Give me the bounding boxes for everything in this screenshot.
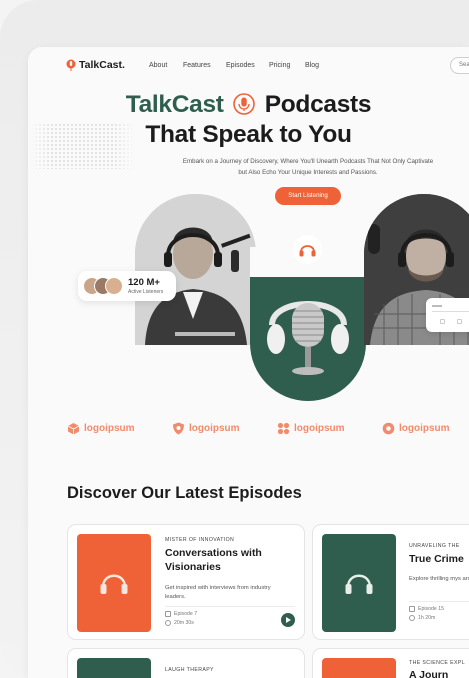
hero-subtitle: Embark on a Journey of Discovery, Where …	[182, 158, 434, 176]
start-listening-button[interactable]: Start Listening	[275, 187, 341, 205]
episode-number: Episode 7	[165, 611, 197, 617]
headphones-icon	[100, 574, 128, 594]
episode-thumbnail	[322, 534, 396, 632]
flower-logo-icon	[277, 422, 290, 435]
nav-link-pricing[interactable]: Pricing	[269, 62, 290, 69]
brand-name: TalkCast.	[79, 59, 125, 71]
hero-title-line1: TalkCast Podcasts	[28, 91, 469, 119]
headphones-icon	[299, 245, 316, 257]
play-button[interactable]	[281, 613, 295, 627]
prev-icon[interactable]	[440, 319, 445, 324]
nav-link-episodes[interactable]: Episodes	[226, 62, 255, 69]
player-mini-card	[426, 298, 469, 332]
hero-brand-word: TalkCast	[125, 91, 224, 118]
episode-duration-text: 1h 20m	[418, 615, 436, 621]
episode-category: Unraveling the	[409, 543, 460, 549]
partner-logo-1: logoipsum	[67, 422, 135, 435]
shield-logo-icon	[173, 422, 184, 435]
episode-number-text: Episode 7	[174, 611, 198, 617]
episode-category: Laugh Therapy	[165, 667, 214, 673]
clock-icon	[165, 620, 171, 626]
episode-title[interactable]: Conversations with Visionaries	[165, 546, 295, 574]
clock-icon	[409, 615, 415, 621]
partner-logo-2: logoipsum	[172, 422, 240, 435]
episode-thumbnail	[77, 658, 151, 678]
episode-card-3[interactable]: Laugh Therapy	[67, 648, 305, 678]
next-icon[interactable]	[457, 319, 462, 324]
top-nav: TalkCast. About Features Episodes Pricin…	[28, 47, 469, 85]
episode-duration: 1h 20m	[409, 615, 435, 621]
episode-card-2[interactable]: Unraveling the True Crime Explore thrill…	[312, 524, 469, 640]
active-listeners-badge: 120 M+ Active Listeners	[78, 271, 176, 301]
device-frame: TalkCast. About Features Episodes Pricin…	[0, 0, 469, 678]
headphones-badge	[293, 235, 322, 264]
mic-logo-icon	[66, 59, 76, 71]
episode-title[interactable]: A Journ	[409, 668, 448, 678]
episode-description: Get inspired with interviews from indust…	[165, 585, 271, 600]
partner-logo-4: logoipsum	[382, 422, 450, 435]
brand-logo[interactable]: TalkCast.	[66, 59, 125, 71]
hero-title-word: Podcasts	[264, 91, 372, 118]
nav-link-blog[interactable]: Blog	[305, 62, 319, 69]
episode-card-4[interactable]: The Science Expl A Journ	[312, 648, 469, 678]
nav-link-about[interactable]: About	[149, 62, 167, 69]
card-divider	[165, 606, 295, 607]
partner-name: logoipsum	[84, 423, 135, 434]
episode-number-text: Episode 15	[418, 606, 444, 612]
partner-logo-3: logoipsum	[277, 422, 345, 435]
episode-card-1[interactable]: Mister of Innovation Conversations with …	[67, 524, 305, 640]
episode-duration-text: 20m 30s	[174, 620, 194, 626]
episode-title[interactable]: True Crime	[409, 552, 469, 566]
host-illustration-left	[135, 194, 256, 345]
partner-name: logoipsum	[399, 423, 450, 434]
card-divider	[409, 601, 469, 602]
episodes-section-title: Discover Our Latest Episodes	[67, 484, 302, 502]
search-button[interactable]: Sea	[450, 57, 469, 74]
mini-card-progress	[432, 311, 469, 312]
listeners-label: Active Listeners	[128, 289, 164, 295]
host-photo-left	[135, 194, 256, 345]
browser-screen: TalkCast. About Features Episodes Pricin…	[28, 47, 469, 678]
episode-icon	[409, 606, 415, 612]
episode-category: Mister of Innovation	[165, 537, 235, 543]
cube-logo-icon	[67, 423, 80, 435]
ring-logo-icon	[382, 422, 395, 435]
headphones-icon	[345, 574, 373, 594]
episode-category: The Science Expl	[409, 660, 465, 666]
episode-thumbnail	[77, 534, 151, 632]
episode-thumbnail	[322, 658, 396, 678]
hero-title-line2: That Speak to You	[145, 121, 352, 148]
episode-description: Explore thrilling mys around the world	[409, 576, 469, 582]
mini-card-line	[432, 305, 442, 307]
episode-duration: 20m 30s	[165, 620, 194, 626]
episode-number: Episode 15	[409, 606, 444, 612]
partner-name: logoipsum	[294, 423, 345, 434]
mic-badge-icon	[233, 93, 255, 115]
nav-link-features[interactable]: Features	[183, 62, 211, 69]
partner-name: logoipsum	[189, 423, 240, 434]
episode-icon	[165, 611, 171, 617]
listeners-count: 120 M+	[128, 277, 160, 288]
avatar	[105, 277, 123, 295]
